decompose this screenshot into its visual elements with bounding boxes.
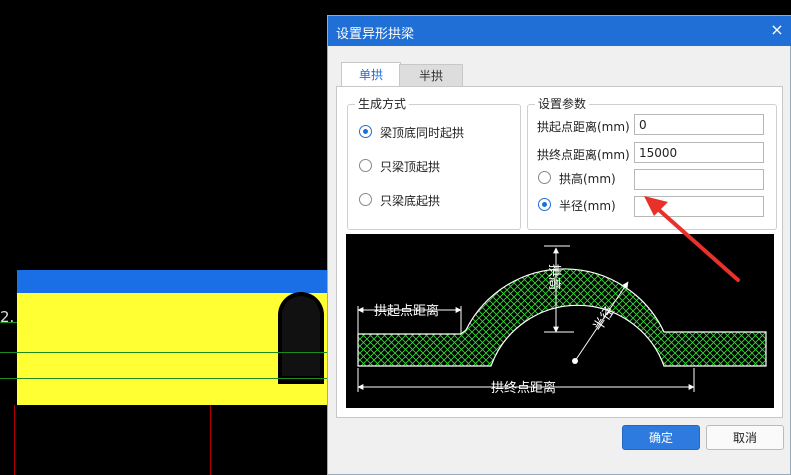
arch-height-label[interactable]: 拱高(mm) (559, 170, 616, 187)
arch-height-input[interactable] (634, 169, 764, 190)
start-distance-label: 拱起点距离(mm) (537, 120, 630, 134)
beam-opening-inner (282, 296, 320, 376)
dimension-label: 2. (0, 308, 15, 326)
tab-single-arch[interactable]: 单拱 (341, 62, 401, 87)
axis-line (14, 405, 15, 475)
radio-radius[interactable] (538, 198, 551, 211)
height-text: 拱高 (546, 264, 562, 290)
radio-bottom-only[interactable] (359, 193, 372, 206)
annotation-arrow (644, 196, 740, 282)
end-distance-label: 拱终点距离(mm) (537, 148, 630, 162)
radio-bottom-only-label[interactable]: 只梁底起拱 (380, 192, 440, 209)
ok-button[interactable]: 确定 (622, 425, 700, 450)
radius-label[interactable]: 半径(mm) (559, 197, 616, 214)
dialog-title: 设置异形拱梁 (336, 27, 415, 42)
cancel-button[interactable]: 取消 (706, 425, 784, 450)
beam-top-band (17, 270, 330, 294)
grid-line (0, 378, 330, 379)
radio-top-only-label[interactable]: 只梁顶起拱 (380, 158, 440, 175)
grid-line (0, 352, 330, 353)
tab-half-arch[interactable]: 半拱 (399, 64, 463, 87)
params-legend: 设置参数 (535, 95, 590, 112)
radio-both[interactable] (359, 125, 372, 138)
end-distance-input[interactable] (634, 142, 764, 163)
radio-arch-height[interactable] (538, 171, 551, 184)
radio-both-label[interactable]: 梁顶底同时起拱 (380, 124, 464, 141)
radio-top-only[interactable] (359, 159, 372, 172)
end-distance-text: 拱终点距离 (491, 380, 556, 396)
start-distance-input[interactable] (634, 114, 764, 135)
generation-legend: 生成方式 (355, 95, 410, 112)
cad-canvas[interactable]: 2. (0, 0, 330, 475)
close-icon[interactable]: × (768, 21, 786, 39)
axis-line (210, 405, 211, 475)
dialog-titlebar[interactable]: 设置异形拱梁 × (328, 16, 791, 46)
start-distance-text: 拱起点距离 (374, 303, 439, 319)
